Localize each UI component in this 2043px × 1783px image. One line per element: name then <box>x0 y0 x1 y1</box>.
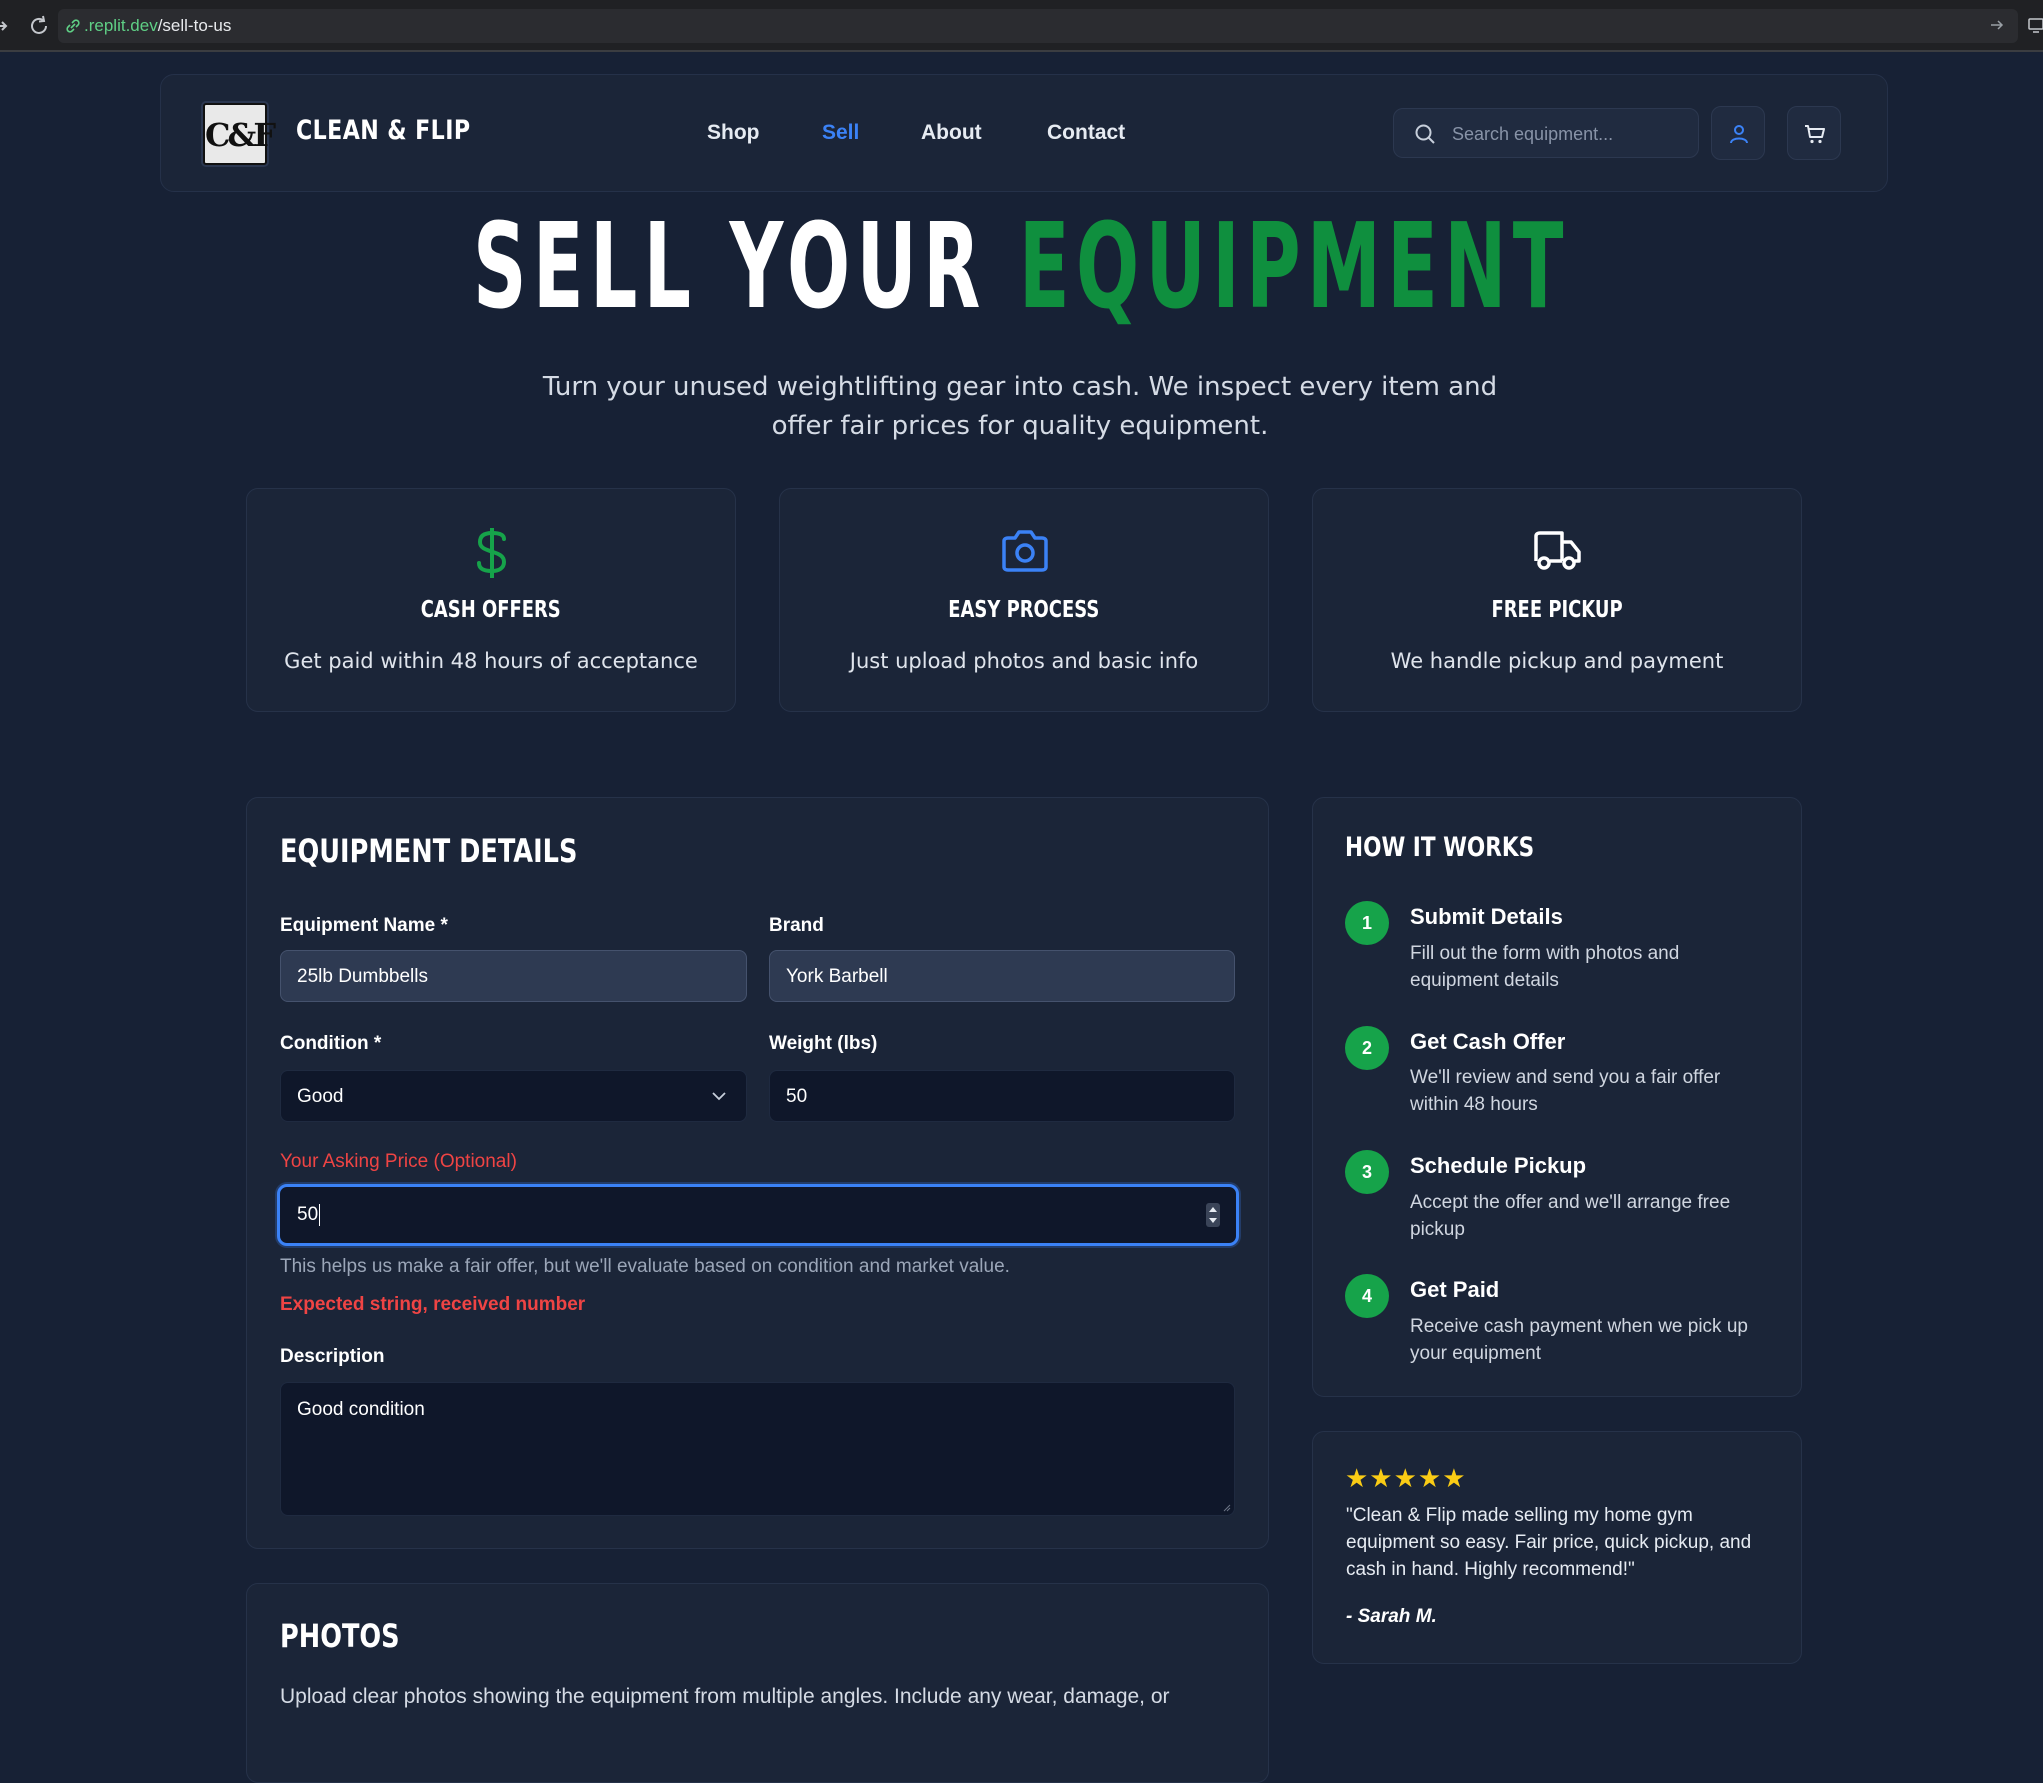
weight-value: 50 <box>786 1086 808 1107</box>
equipment-name-value: 25lb Dumbbells <box>297 966 428 987</box>
step-description: Fill out the form with photos and equipm… <box>1410 943 1680 991</box>
step-description: Receive cash payment when we pick up you… <box>1410 1316 1748 1364</box>
url-path: /sell-to-us <box>157 16 232 35</box>
cast-icon[interactable] <box>2028 17 2043 33</box>
nav-sell[interactable]: Sell <box>822 121 859 145</box>
page-title: SELL YOUR EQUIPMENT <box>0 198 2043 334</box>
step-description: Accept the offer and we'll arrange free … <box>1410 1192 1731 1240</box>
user-icon <box>1730 125 1748 144</box>
truck-icon <box>1534 531 1581 570</box>
step-description: We'll review and send you a fair offer w… <box>1410 1067 1721 1115</box>
feature-text: Just upload photos and basic info <box>849 649 1199 673</box>
photos-instructions: Upload clear photos showing the equipmen… <box>280 1685 1170 1708</box>
feature-text: We handle pickup and payment <box>1390 649 1724 673</box>
photos-title: PHOTOS <box>280 1617 400 1655</box>
cart-button[interactable] <box>1787 106 1841 160</box>
photos-panel <box>246 1583 1269 1783</box>
brand-label: Brand <box>769 915 824 936</box>
weight-label: Weight (lbs) <box>769 1033 878 1054</box>
dollar-icon <box>477 528 507 578</box>
feature-card-pickup: FREE PICKUP We handle pickup and payment <box>1312 488 1802 712</box>
browser-toolbar: .replit.dev/sell-to-us <box>0 0 2043 52</box>
feature-title: FREE PICKUP <box>1491 597 1623 623</box>
star-rating-icon: ★★★★★ <box>1345 1464 1467 1494</box>
step-number: 1 <box>1345 901 1389 945</box>
nav-shop[interactable]: Shop <box>707 121 760 145</box>
weight-field[interactable]: 50 <box>769 1070 1235 1122</box>
brand-value: York Barbell <box>786 966 888 987</box>
url-host: .replit.dev <box>84 16 158 35</box>
account-button[interactable] <box>1711 106 1765 160</box>
condition-label: Condition * <box>280 1033 382 1054</box>
cart-icon <box>1805 125 1825 144</box>
feature-title: CASH OFFERS <box>421 597 561 623</box>
brand-field[interactable]: York Barbell <box>769 950 1235 1002</box>
asking-price-error: Expected string, received number <box>280 1294 586 1315</box>
link-icon <box>66 19 80 33</box>
resize-handle-icon[interactable] <box>1221 1502 1231 1512</box>
step-title: Schedule Pickup <box>1410 1153 1587 1178</box>
feature-text: Get paid within 48 hours of acceptance <box>284 649 698 673</box>
brand-name[interactable]: CLEAN & FLIP <box>296 115 470 146</box>
testimonial-quote: "Clean & Flip made selling my home gym e… <box>1346 1505 1752 1580</box>
description-value: Good condition <box>297 1399 425 1420</box>
search-input[interactable] <box>1452 119 1682 149</box>
step-title: Get Cash Offer <box>1410 1029 1566 1054</box>
camera-icon <box>1002 530 1048 572</box>
site-header: C&F CLEAN & FLIP Shop Sell About Contact <box>160 74 1888 192</box>
equipment-name-label: Equipment Name * <box>280 915 448 936</box>
step-number: 2 <box>1345 1026 1389 1070</box>
address-bar[interactable]: .replit.dev/sell-to-us <box>58 9 2018 43</box>
description-textarea[interactable]: Good condition <box>280 1382 1235 1516</box>
back-arrow-icon[interactable] <box>0 18 10 34</box>
title-green-part: EQUIPMENT <box>1018 197 1570 335</box>
asking-price-helper: This helps us make a fair offer, but we'… <box>280 1256 1010 1277</box>
equipment-details-title: EQUIPMENT DETAILS <box>280 832 578 870</box>
number-spinner-icon[interactable] <box>1206 1203 1220 1227</box>
condition-value: Good <box>297 1086 344 1107</box>
step-title: Get Paid <box>1410 1277 1500 1302</box>
text-caret <box>319 1203 321 1226</box>
condition-select[interactable]: Good <box>280 1070 747 1122</box>
step-title: Submit Details <box>1410 904 1563 929</box>
reload-icon[interactable] <box>28 15 50 37</box>
chevron-down-icon <box>712 1092 726 1101</box>
step-number: 3 <box>1345 1150 1389 1194</box>
nav-contact[interactable]: Contact <box>1047 121 1125 145</box>
logo[interactable]: C&F <box>203 103 276 165</box>
feature-card-process: EASY PROCESS Just upload photos and basi… <box>779 488 1269 712</box>
asking-price-input[interactable]: 50 <box>277 1184 1239 1246</box>
equipment-name-field[interactable]: 25lb Dumbbells <box>280 950 747 1002</box>
title-white-part: SELL YOUR <box>473 197 987 335</box>
arrow-right-icon[interactable] <box>1990 18 2004 32</box>
description-label: Description <box>280 1346 385 1367</box>
step-number: 4 <box>1345 1274 1389 1318</box>
search-icon <box>1415 124 1435 144</box>
feature-card-cash: CASH OFFERS Get paid within 48 hours of … <box>246 488 736 712</box>
asking-price-value: 50 <box>297 1204 319 1225</box>
asking-price-label: Your Asking Price (Optional) <box>280 1151 517 1172</box>
nav-about[interactable]: About <box>921 121 982 145</box>
how-it-works-title: HOW IT WORKS <box>1345 832 1535 863</box>
search-box[interactable] <box>1393 108 1699 158</box>
page-subtitle: Turn your unused weightlifting gear into… <box>542 372 1498 441</box>
testimonial-author: - Sarah M. <box>1346 1606 1437 1627</box>
feature-title: EASY PROCESS <box>948 597 1100 623</box>
